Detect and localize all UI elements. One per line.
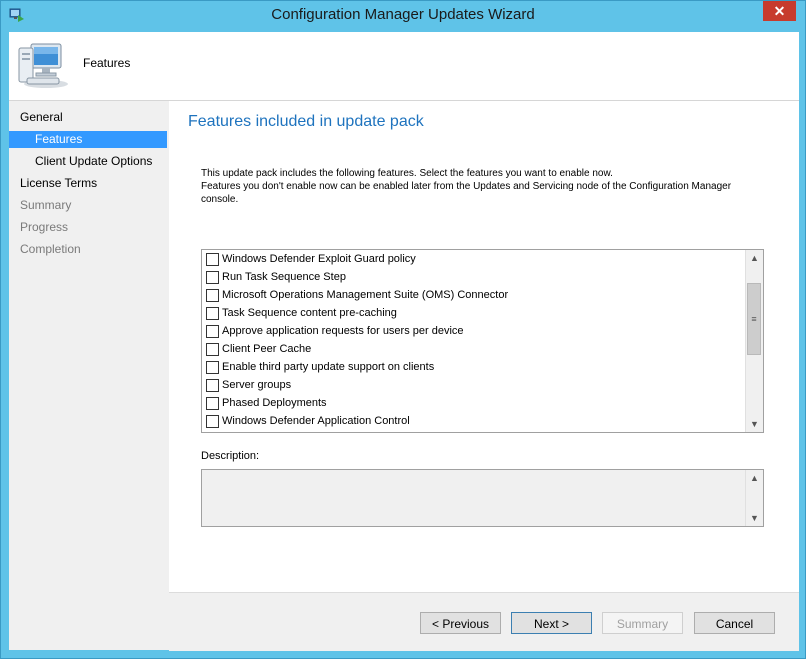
scroll-down-arrow-icon[interactable]: ▼ <box>746 416 763 432</box>
previous-button[interactable]: < Previous <box>420 612 501 634</box>
intro-line-2: Features you don't enable now can be ena… <box>201 181 732 205</box>
close-icon: ✕ <box>773 3 786 19</box>
nav-item-features[interactable]: Features <box>9 131 167 148</box>
scroll-down-arrow-icon[interactable]: ▼ <box>746 510 763 526</box>
nav-item-progress: Progress <box>20 220 69 234</box>
feature-item[interactable]: Windows Defender Application Control <box>206 412 736 430</box>
feature-label: Phased Deployments <box>222 397 327 409</box>
features-scrollbar[interactable]: ▲ ≡ ▼ <box>745 250 763 432</box>
features-list[interactable]: Windows Defender Exploit Guard policy Ru… <box>201 249 764 433</box>
page-title: Features <box>83 56 131 70</box>
main-panel: Features included in update pack This up… <box>169 101 799 651</box>
button-bar: < Previous Next > Summary Cancel <box>169 592 799 651</box>
nav-item-license-terms[interactable]: License Terms <box>9 175 167 192</box>
feature-label: Client Peer Cache <box>222 343 312 355</box>
feature-item[interactable]: Task Sequence content pre-caching <box>206 304 736 322</box>
scroll-up-arrow-icon[interactable]: ▲ <box>746 470 763 486</box>
summary-button: Summary <box>602 612 683 634</box>
computer-icon <box>15 40 69 92</box>
wizard-window: Configuration Manager Updates Wizard ✕ F… <box>0 0 806 659</box>
scroll-thumb[interactable]: ≡ <box>747 283 761 355</box>
feature-label: Microsoft Operations Management Suite (O… <box>222 289 509 301</box>
feature-checkbox[interactable] <box>206 271 219 284</box>
feature-label: Enable third party update support on cli… <box>222 361 435 373</box>
feature-checkbox[interactable] <box>206 307 219 320</box>
intro-line-1: This update pack includes the following … <box>201 168 613 179</box>
nav-item-general[interactable]: General <box>9 109 167 126</box>
feature-checkbox[interactable] <box>206 397 219 410</box>
description-label: Description: <box>201 450 260 462</box>
feature-label: Approve application requests for users p… <box>222 325 464 337</box>
intro-text: This update pack includes the following … <box>201 167 761 206</box>
next-button[interactable]: Next > <box>511 612 592 634</box>
feature-checkbox[interactable] <box>206 361 219 374</box>
nav-item-client-update-options[interactable]: Client Update Options <box>9 153 167 170</box>
nav-item-completion: Completion <box>20 242 81 256</box>
nav-item-summary: Summary <box>20 198 72 212</box>
feature-checkbox[interactable] <box>206 289 219 302</box>
cancel-button[interactable]: Cancel <box>694 612 775 634</box>
wizard-client-area: Features General Features Client Update … <box>9 32 799 651</box>
feature-label: Server groups <box>222 379 292 391</box>
feature-item[interactable]: Phased Deployments <box>206 394 736 412</box>
wizard-header: Features <box>9 32 799 101</box>
feature-item[interactable]: Microsoft Operations Management Suite (O… <box>206 286 736 304</box>
feature-label: Windows Defender Application Control <box>222 415 410 427</box>
feature-item[interactable]: Enable third party update support on cli… <box>206 358 736 376</box>
wizard-nav: General Features Client Update Options L… <box>9 101 169 650</box>
feature-item[interactable]: Server groups <box>206 376 736 394</box>
feature-checkbox[interactable] <box>206 343 219 356</box>
feature-item[interactable]: Windows Defender Exploit Guard policy <box>206 250 736 268</box>
feature-item[interactable]: Client Peer Cache <box>206 340 736 358</box>
feature-checkbox[interactable] <box>206 379 219 392</box>
description-box[interactable]: ▲ ▼ <box>201 469 764 527</box>
window-title: Configuration Manager Updates Wizard <box>271 6 535 23</box>
title-bar[interactable]: Configuration Manager Updates Wizard ✕ <box>1 1 805 31</box>
section-heading: Features included in update pack <box>188 113 424 130</box>
feature-label: Task Sequence content pre-caching <box>222 307 397 319</box>
close-button[interactable]: ✕ <box>763 1 796 21</box>
feature-item[interactable]: Run Task Sequence Step <box>206 268 736 286</box>
feature-checkbox[interactable] <box>206 253 219 266</box>
description-scrollbar[interactable]: ▲ ▼ <box>745 470 763 526</box>
feature-checkbox[interactable] <box>206 325 219 338</box>
feature-label: Run Task Sequence Step <box>222 271 346 283</box>
feature-label: Windows Defender Exploit Guard policy <box>222 253 416 265</box>
feature-item[interactable]: Approve application requests for users p… <box>206 322 736 340</box>
scroll-up-arrow-icon[interactable]: ▲ <box>746 250 763 266</box>
feature-checkbox[interactable] <box>206 415 219 428</box>
